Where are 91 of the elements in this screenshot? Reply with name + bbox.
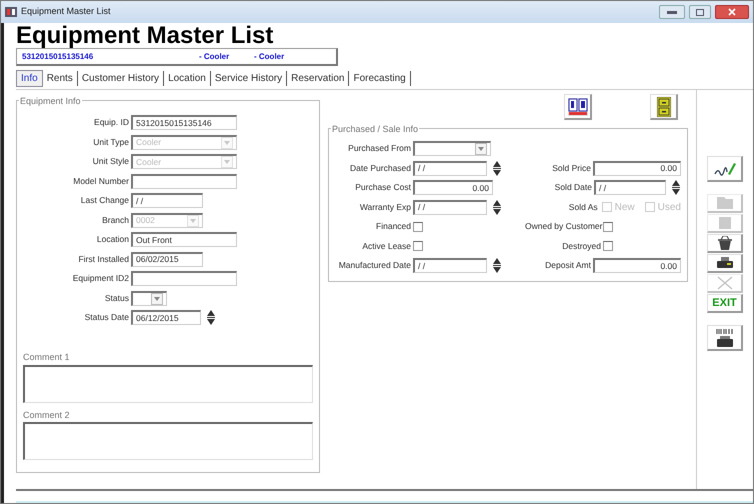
input-field[interactable]: 0.00 <box>593 160 681 176</box>
checkbox[interactable] <box>413 241 423 252</box>
field-label: Model Number <box>72 174 130 188</box>
signature-button[interactable] <box>707 156 743 182</box>
input-field[interactable] <box>131 174 237 189</box>
dropdown-field[interactable] <box>413 141 491 156</box>
field-label: Sold Price <box>551 162 592 175</box>
tab[interactable]: Customer History <box>78 71 164 86</box>
printer-button[interactable] <box>707 254 743 273</box>
minimize-button[interactable] <box>659 5 685 19</box>
input-field[interactable]: 0.00 <box>413 180 493 196</box>
checkbox[interactable] <box>603 222 613 232</box>
dropdown-field[interactable] <box>131 290 167 306</box>
field-label: Active Lease <box>361 240 412 253</box>
spinner-icon[interactable] <box>493 160 502 176</box>
field-label: Financed <box>375 220 412 234</box>
barcode-printer-button[interactable] <box>707 325 743 351</box>
calendar-icon <box>568 98 588 116</box>
date-field[interactable]: / / <box>594 180 666 196</box>
field-label: Destroyed <box>561 240 602 253</box>
barcode-printer-icon <box>716 328 734 346</box>
comment-field[interactable] <box>23 364 313 402</box>
field-label: Status <box>104 292 130 305</box>
page-heading: Equipment Master List <box>16 24 274 48</box>
folder-icon <box>716 197 732 209</box>
calendar-button[interactable] <box>564 94 592 120</box>
spinner-icon[interactable] <box>207 310 216 326</box>
spinner-icon[interactable] <box>493 200 502 215</box>
field-label: Owned by Customer <box>525 220 603 234</box>
cabinet-button[interactable] <box>650 94 678 120</box>
printer-icon <box>716 257 732 269</box>
tab[interactable]: Location <box>164 71 211 86</box>
tab[interactable]: Forecasting <box>349 71 411 86</box>
field-label: Date Purchased <box>349 162 412 175</box>
record-text: - Cooler <box>254 50 284 62</box>
basket-icon <box>716 236 734 250</box>
cabinet-icon <box>656 96 670 116</box>
comment-field[interactable] <box>23 422 313 460</box>
exit-button[interactable]: EXIT <box>707 294 743 313</box>
record-text: - Cooler <box>199 50 230 62</box>
input-field[interactable]: 0.00 <box>593 258 681 274</box>
tab[interactable]: Reservation <box>287 71 350 86</box>
date-field[interactable]: 06/12/2015 <box>131 310 201 326</box>
checkbox[interactable] <box>413 222 423 232</box>
input-field[interactable]: 5312015015135146 <box>131 115 237 130</box>
comment-label: Comment 2 <box>23 408 71 422</box>
checkbox-label: New <box>614 200 635 215</box>
tab[interactable]: Service History <box>210 71 288 86</box>
comment-label: Comment 1 <box>23 351 71 364</box>
field-label: Status Date <box>84 311 130 324</box>
input-field[interactable]: / / <box>131 193 203 208</box>
checkbox[interactable] <box>603 241 613 252</box>
field-label: Sold As <box>568 200 599 214</box>
app-icon <box>5 7 17 17</box>
field-label: Sold Date <box>554 181 593 194</box>
field-label: Equipment ID2 <box>72 272 130 286</box>
field-label: Equip. ID <box>93 116 130 130</box>
field-label: Unit Style <box>92 155 130 168</box>
input-field[interactable] <box>131 271 237 286</box>
field-label: Purchased From <box>347 142 412 156</box>
tab[interactable]: Info <box>16 70 43 87</box>
basket-button[interactable] <box>707 234 743 253</box>
group-title: Equipment Info <box>19 95 82 108</box>
date-field[interactable]: / / <box>413 258 487 274</box>
field-label: Location <box>96 233 130 246</box>
maximize-button[interactable] <box>689 5 711 19</box>
maximize-icon <box>696 8 704 16</box>
record-text: 5312015015135146 <box>22 50 94 62</box>
close-icon <box>716 276 732 290</box>
date-field[interactable]: / / <box>413 160 487 176</box>
window-title: Equipment Master List <box>21 5 111 18</box>
checkbox-label: Used <box>658 200 681 215</box>
field-label: Manufactured Date <box>338 259 412 272</box>
field-label: First Installed <box>77 252 130 266</box>
signature-icon <box>714 162 736 176</box>
input-field[interactable]: 06/02/2015 <box>131 252 203 267</box>
field-label: Purchase Cost <box>354 181 412 194</box>
close-icon <box>728 8 736 16</box>
spinner-icon[interactable] <box>493 258 502 274</box>
close-button[interactable] <box>715 5 749 19</box>
field-label: Branch <box>101 214 130 227</box>
date-field[interactable]: / / <box>413 200 487 215</box>
field-label: Unit Type <box>92 136 130 149</box>
spinner-icon[interactable] <box>672 180 681 196</box>
field-label: Last Change <box>80 194 130 208</box>
square-icon <box>718 217 730 229</box>
field-label: Deposit Amt <box>544 259 592 272</box>
input-field[interactable]: Out Front <box>131 232 237 248</box>
field-label: Warranty Exp <box>358 200 412 214</box>
tab[interactable]: Rents <box>42 71 78 86</box>
minimize-icon <box>667 10 677 14</box>
